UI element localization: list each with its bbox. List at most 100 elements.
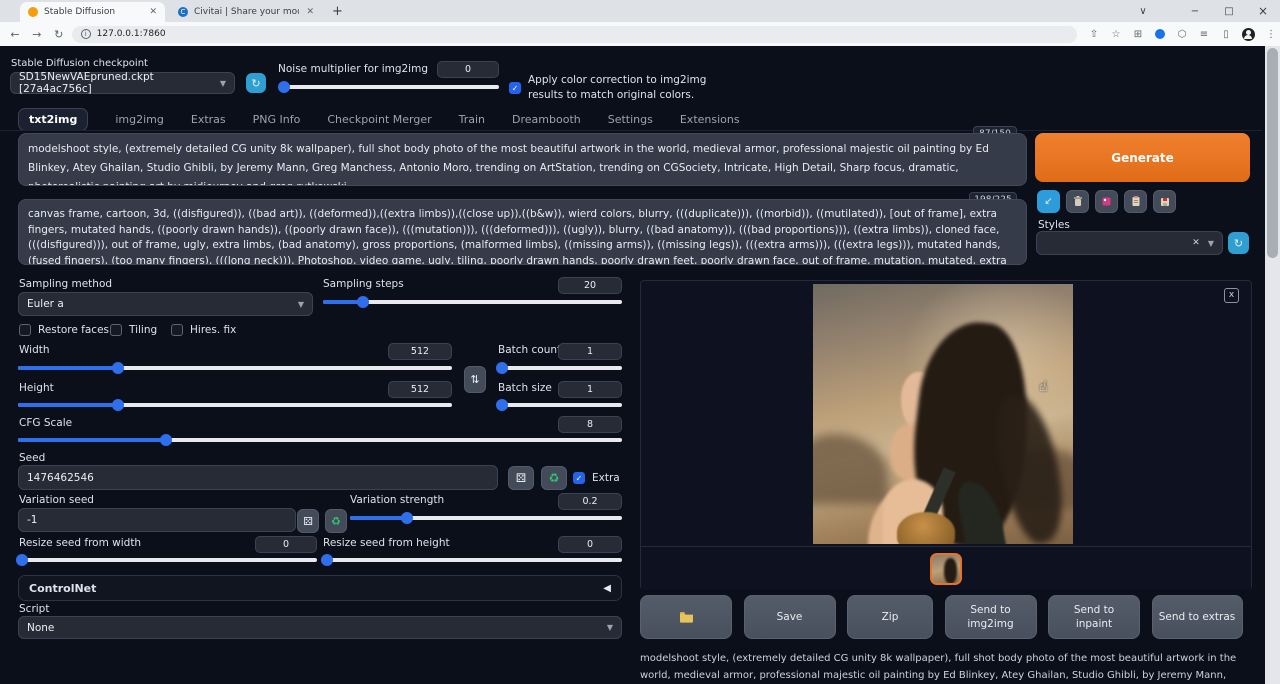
- color-correction-checkbox-row[interactable]: ✓ Apply color correction to img2img resu…: [509, 73, 743, 102]
- variation-strength-value[interactable]: 0.2: [558, 493, 622, 510]
- seed-input[interactable]: 1476462546: [18, 465, 498, 490]
- hires-fix-row[interactable]: Hires. fix: [171, 324, 236, 336]
- window-close-button[interactable]: ×: [1246, 0, 1280, 22]
- height-slider[interactable]: [18, 403, 452, 407]
- site-info-icon[interactable]: i: [81, 29, 91, 39]
- noise-multiplier-value[interactable]: 0: [437, 61, 499, 78]
- send-to-extras-button[interactable]: Send to extras: [1152, 595, 1243, 639]
- close-image-button[interactable]: x: [1224, 288, 1239, 303]
- tab-train[interactable]: Train: [459, 113, 485, 126]
- variation-seed-input[interactable]: -1: [18, 508, 296, 532]
- reading-list-icon[interactable]: ≡: [1195, 29, 1213, 40]
- generated-image[interactable]: [813, 284, 1073, 544]
- tab-img2img[interactable]: img2img: [115, 113, 164, 126]
- checkpoint-dropdown[interactable]: SD15NewVAEpruned.ckpt [27a4ac756c] ▼: [10, 72, 235, 94]
- extensions-puzzle-icon[interactable]: ⬡: [1173, 29, 1191, 40]
- tiling-checkbox[interactable]: [110, 324, 122, 336]
- resize-seed-height-slider[interactable]: [323, 558, 622, 562]
- side-panel-icon[interactable]: ▯: [1217, 29, 1235, 40]
- extra-networks-palette-button[interactable]: [1095, 190, 1118, 213]
- window-chevron-icon[interactable]: ∨: [1126, 0, 1160, 22]
- new-tab-button[interactable]: +: [332, 4, 343, 19]
- tab-close-icon[interactable]: ✕: [306, 7, 314, 17]
- reload-icon[interactable]: ↻: [48, 28, 70, 41]
- zip-button[interactable]: Zip: [847, 595, 933, 639]
- scrollbar-thumb[interactable]: [1267, 48, 1278, 258]
- share-icon[interactable]: ⇧: [1085, 29, 1103, 40]
- cfg-scale-value[interactable]: 8: [558, 416, 622, 433]
- read-params-arrow-button[interactable]: ↙: [1037, 190, 1060, 213]
- open-folder-button[interactable]: [640, 595, 732, 639]
- tab-extensions[interactable]: Extensions: [680, 113, 740, 126]
- clear-x-icon[interactable]: ✕: [1192, 238, 1200, 248]
- tab-dreambooth[interactable]: Dreambooth: [512, 113, 581, 126]
- forward-icon[interactable]: →: [26, 28, 48, 41]
- batch-count-value[interactable]: 1: [558, 343, 622, 360]
- save-button[interactable]: Save: [744, 595, 836, 639]
- random-seed-dice-button[interactable]: ⚄: [508, 466, 534, 490]
- width-label: Width: [19, 344, 50, 356]
- result-gallery-panel: x ☝: [640, 280, 1252, 590]
- tab-extras[interactable]: Extras: [191, 113, 226, 126]
- styles-dropdown[interactable]: ✕ ▼: [1036, 231, 1223, 255]
- tab-checkpoint-merger[interactable]: Checkpoint Merger: [327, 113, 431, 126]
- height-value[interactable]: 512: [388, 381, 452, 398]
- batch-count-slider[interactable]: [498, 366, 622, 370]
- hires-fix-checkbox[interactable]: [171, 324, 183, 336]
- variation-strength-slider[interactable]: [350, 516, 622, 520]
- sampling-method-dropdown[interactable]: Euler a ▼: [18, 292, 313, 316]
- browser-tab-stable-diffusion[interactable]: Stable Diffusion ✕: [20, 2, 165, 22]
- reuse-seed-recycle-button[interactable]: ♻: [541, 466, 567, 490]
- refresh-styles-button[interactable]: ↻: [1228, 232, 1249, 254]
- extra-seed-row[interactable]: ✓ Extra: [573, 472, 620, 484]
- extension-status-icon[interactable]: [1155, 29, 1165, 39]
- tab-txt2img[interactable]: txt2img: [18, 108, 88, 131]
- extra-checkbox[interactable]: ✓: [573, 472, 585, 484]
- save-style-floppy-button[interactable]: [1153, 190, 1176, 213]
- bookmark-star-icon[interactable]: ☆: [1107, 29, 1125, 40]
- tab-close-icon[interactable]: ✕: [149, 7, 157, 17]
- clear-prompt-trash-button[interactable]: [1066, 190, 1089, 213]
- send-to-inpaint-button[interactable]: Send to inpaint: [1048, 595, 1140, 639]
- browser-tab-civitai[interactable]: C Civitai | Share your models ✕: [170, 2, 322, 22]
- accordion-arrow-icon: ◀: [603, 583, 611, 594]
- apply-style-clipboard-button[interactable]: [1124, 190, 1147, 213]
- back-icon[interactable]: ←: [4, 28, 26, 41]
- variation-random-dice-button[interactable]: ⚄: [297, 509, 319, 533]
- sampling-steps-value[interactable]: 20: [558, 277, 622, 294]
- resize-seed-height-value[interactable]: 0: [558, 536, 622, 553]
- negative-prompt-textarea[interactable]: canvas frame, cartoon, 3d, ((disfigured)…: [18, 199, 1027, 265]
- script-dropdown[interactable]: None ▼: [18, 616, 622, 639]
- gallery-thumbnail-selected[interactable]: [930, 553, 962, 585]
- menu-dots-icon[interactable]: ⋮: [1262, 29, 1280, 40]
- cfg-scale-slider[interactable]: [18, 438, 622, 442]
- resize-seed-width-slider[interactable]: [18, 558, 317, 562]
- batch-size-value[interactable]: 1: [558, 381, 622, 398]
- window-maximize-button[interactable]: □: [1212, 0, 1246, 22]
- width-slider[interactable]: [18, 366, 452, 370]
- color-correction-checkbox[interactable]: ✓: [509, 82, 521, 94]
- window-minimize-button[interactable]: −: [1178, 0, 1212, 22]
- page-scrollbar[interactable]: [1265, 46, 1280, 684]
- controlnet-accordion[interactable]: ControlNet ◀: [18, 575, 622, 601]
- send-to-img2img-button[interactable]: Send to img2img: [945, 595, 1037, 639]
- browser-tab-title: Stable Diffusion: [44, 7, 115, 17]
- tab-png-info[interactable]: PNG Info: [253, 113, 301, 126]
- apps-grid-icon[interactable]: ⊞: [1129, 29, 1147, 40]
- generate-button[interactable]: Generate: [1035, 133, 1250, 182]
- restore-faces-row[interactable]: Restore faces: [19, 324, 109, 336]
- restore-faces-checkbox[interactable]: [19, 324, 31, 336]
- batch-size-slider[interactable]: [498, 403, 622, 407]
- address-bar[interactable]: i 127.0.0.1:7860: [72, 26, 1077, 43]
- prompt-textarea[interactable]: modelshoot style, (extremely detailed CG…: [18, 133, 1027, 186]
- width-value[interactable]: 512: [388, 343, 452, 360]
- variation-reuse-recycle-button[interactable]: ♻: [325, 509, 347, 533]
- profile-avatar[interactable]: [1242, 28, 1255, 41]
- tiling-row[interactable]: Tiling: [110, 324, 157, 336]
- tab-settings[interactable]: Settings: [608, 113, 653, 126]
- swap-dimensions-button[interactable]: ⇅: [464, 366, 486, 393]
- refresh-checkpoints-button[interactable]: ↻: [246, 73, 266, 93]
- noise-multiplier-slider[interactable]: [280, 85, 499, 89]
- sampling-steps-slider[interactable]: [323, 300, 622, 304]
- resize-seed-width-value[interactable]: 0: [255, 536, 317, 553]
